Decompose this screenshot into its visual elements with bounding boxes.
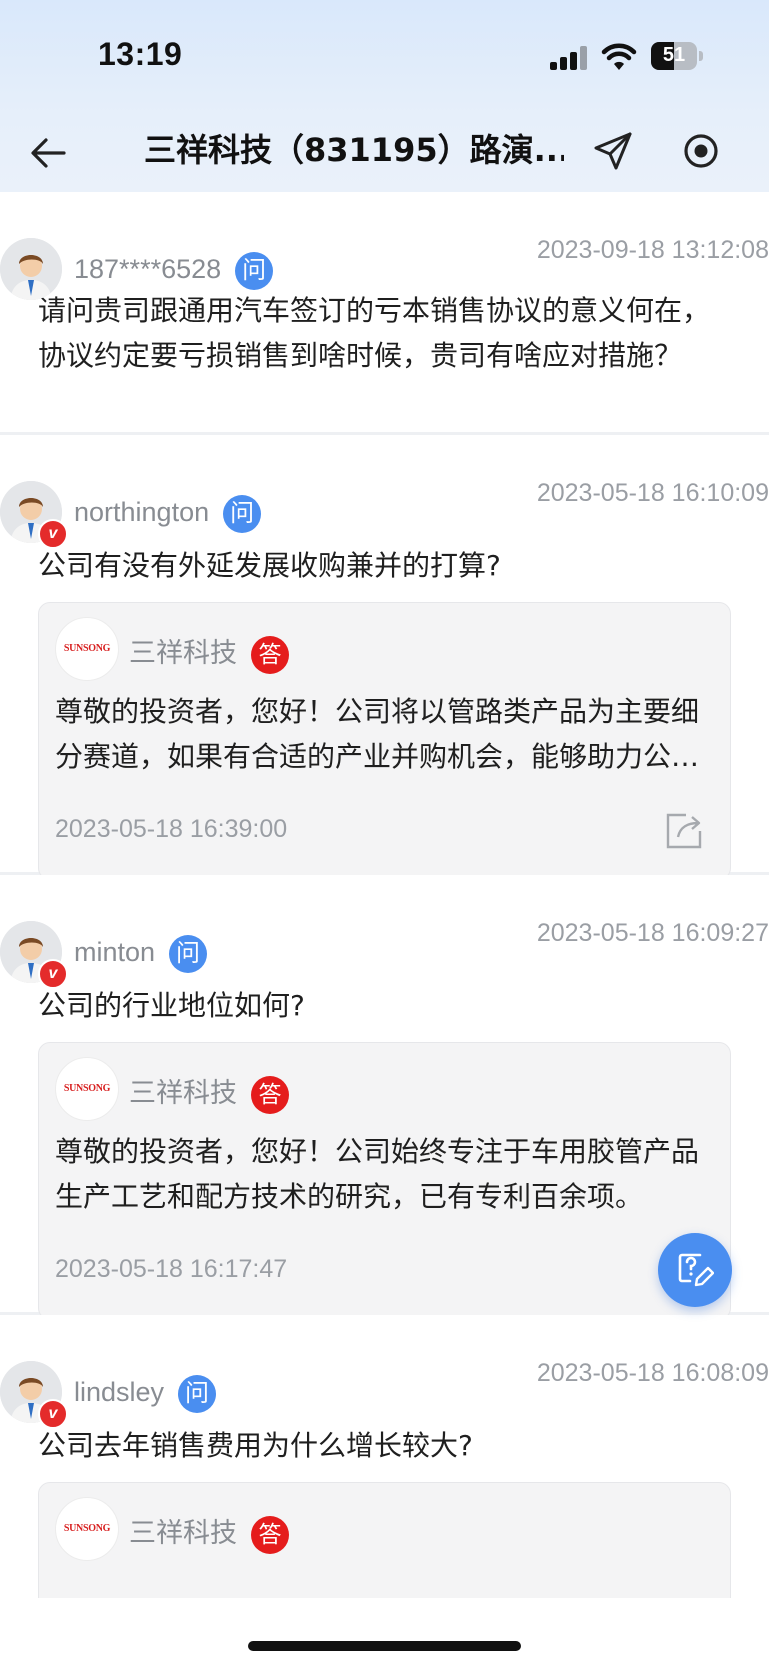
- qa-card: 187****6528 问 2023-09-18 13:12:08 请问贵司跟通用…: [0, 192, 769, 435]
- answer-text: 尊敬的投资者，您好！公司将以管路类产品为主要细分赛道，如果有合适的产业并购机会，…: [55, 695, 700, 773]
- nav-bar: 三祥科技（831195）路演...: [0, 110, 769, 192]
- company-logo: SUNSONG: [55, 1057, 119, 1121]
- paper-plane-icon: [594, 132, 632, 170]
- answer-company: 三祥科技答: [129, 1511, 289, 1554]
- ask-question-button[interactable]: [658, 1233, 732, 1307]
- wifi-icon: [601, 42, 637, 72]
- company-logo: SUNSONG: [55, 1497, 119, 1561]
- share-button[interactable]: [590, 128, 636, 174]
- question-badge: 问: [223, 495, 262, 533]
- cellular-signal-icon: [550, 46, 588, 70]
- answer-text: 尊敬的投资者，您好！公司始终专注于车用胶管产品生产工艺和配方技术的研究，已有专利…: [55, 1135, 700, 1213]
- username-text: 187****6528: [74, 254, 222, 285]
- answer-badge: 答: [251, 1515, 289, 1554]
- verified-badge: v: [38, 519, 68, 549]
- question-badge: 问: [178, 1375, 217, 1413]
- qa-card: v northington 问 2023-05-18 16:10:09 公司有没有…: [0, 435, 769, 880]
- battery-icon: 51: [651, 42, 705, 72]
- question-user[interactable]: northington 问: [74, 495, 262, 533]
- arrow-left-icon: [31, 138, 66, 168]
- username-text: minton: [74, 937, 156, 968]
- user-avatar[interactable]: [0, 238, 62, 300]
- question-timestamp: 2023-09-18 13:12:08: [536, 236, 769, 264]
- answer-badge: 答: [251, 1075, 289, 1114]
- company-name-text: 三祥科技: [129, 638, 237, 669]
- record-button[interactable]: [678, 128, 724, 174]
- question-timestamp: 2023-05-18 16:08:09: [536, 1359, 769, 1387]
- answer-box[interactable]: SUNSONG 三祥科技答 尊敬的投资者，您好！公司将以管路类产品为主要细分赛道…: [38, 602, 731, 880]
- verified-badge: v: [38, 959, 68, 989]
- question-user[interactable]: minton 问: [74, 935, 208, 973]
- question-user[interactable]: 187****6528 问: [74, 252, 274, 290]
- answer-box[interactable]: SUNSONG 三祥科技答 尊敬的投资者，您好！公司始终专注于车用胶管产品生产工…: [38, 1042, 731, 1320]
- question-badge: 问: [169, 935, 208, 973]
- answer-timestamp: 2023-05-18 16:39:00: [55, 815, 288, 843]
- username-text: northington: [74, 497, 210, 528]
- question-badge: 问: [235, 252, 274, 290]
- company-name-text: 三祥科技: [129, 1518, 237, 1549]
- battery-level: 51: [662, 44, 686, 66]
- status-bar: 13:19 51: [0, 0, 769, 110]
- company-logo: SUNSONG: [55, 617, 119, 681]
- status-time: 13:19: [98, 36, 183, 72]
- ask-edit-icon: [678, 1253, 714, 1287]
- answer-company: 三祥科技答: [129, 1071, 289, 1114]
- page-title: 三祥科技（831195）路演...: [144, 131, 564, 169]
- share-box-icon: [666, 813, 702, 849]
- username-text: lindsley: [74, 1377, 165, 1408]
- answer-company: 三祥科技答: [129, 631, 289, 674]
- qa-card: v minton 问 2023-05-18 16:09:27 公司的行业地位如何?…: [0, 875, 769, 1320]
- answer-badge: 答: [251, 635, 289, 674]
- forward-button[interactable]: [664, 811, 704, 851]
- qa-card: v lindsley 问 2023-05-18 16:08:09 公司去年销售费用…: [0, 1315, 769, 1598]
- target-icon: [684, 134, 718, 168]
- qa-feed[interactable]: 187****6528 问 2023-09-18 13:12:08 请问贵司跟通用…: [0, 192, 769, 1598]
- question-user[interactable]: lindsley 问: [74, 1375, 217, 1413]
- company-name-text: 三祥科技: [129, 1078, 237, 1109]
- home-indicator[interactable]: [248, 1641, 521, 1651]
- question-timestamp: 2023-05-18 16:09:27: [536, 919, 769, 947]
- verified-badge: v: [38, 1399, 68, 1429]
- question-timestamp: 2023-05-18 16:10:09: [536, 479, 769, 507]
- back-button[interactable]: [24, 128, 74, 178]
- answer-box[interactable]: SUNSONG 三祥科技答: [38, 1482, 731, 1598]
- answer-timestamp: 2023-05-18 16:17:47: [55, 1255, 288, 1283]
